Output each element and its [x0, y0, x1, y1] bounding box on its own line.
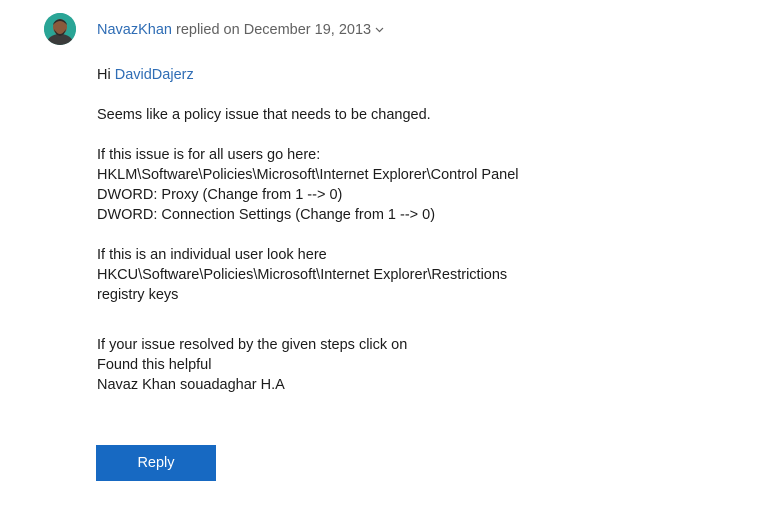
chevron-down-icon[interactable] — [375, 19, 384, 39]
reply-date: December 19, 2013 — [243, 22, 372, 38]
reply-meta: NavazKhan replied on December 19, 2013 — [97, 20, 384, 40]
body-line: If this is an individual user look here — [97, 247, 327, 263]
body-line: HKLM\Software\Policies\Microsoft\Interne… — [97, 167, 519, 183]
body-line: DWORD: Proxy (Change from 1 --> 0) — [97, 187, 343, 203]
mention-link[interactable]: DavidDajerz — [115, 67, 194, 83]
greeting-prefix: Hi — [97, 67, 115, 83]
body-line: Seems like a policy issue that needs to … — [97, 107, 431, 123]
reply-button[interactable]: Reply — [96, 445, 216, 481]
reply-post: NavazKhan replied on December 19, 2013 H… — [0, 0, 775, 512]
body-line: If your issue resolved by the given step… — [97, 337, 408, 353]
body-line: registry keys — [97, 287, 179, 303]
avatar[interactable] — [44, 13, 76, 45]
greeting: Hi DavidDajerz — [97, 65, 518, 85]
body-line: Navaz Khan souadaghar H.A — [97, 377, 285, 393]
author-link[interactable]: NavazKhan — [97, 22, 172, 38]
reply-body: Hi DavidDajerz Seems like a policy issue… — [97, 65, 518, 395]
body-line: Found this helpful — [97, 357, 212, 373]
reply-action-text: replied on — [171, 22, 244, 38]
body-line: DWORD: Connection Settings (Change from … — [97, 207, 436, 223]
body-line: HKCU\Software\Policies\Microsoft\Interne… — [97, 267, 508, 283]
body-line: If this issue is for all users go here: — [97, 147, 321, 163]
avatar-image — [44, 13, 76, 45]
